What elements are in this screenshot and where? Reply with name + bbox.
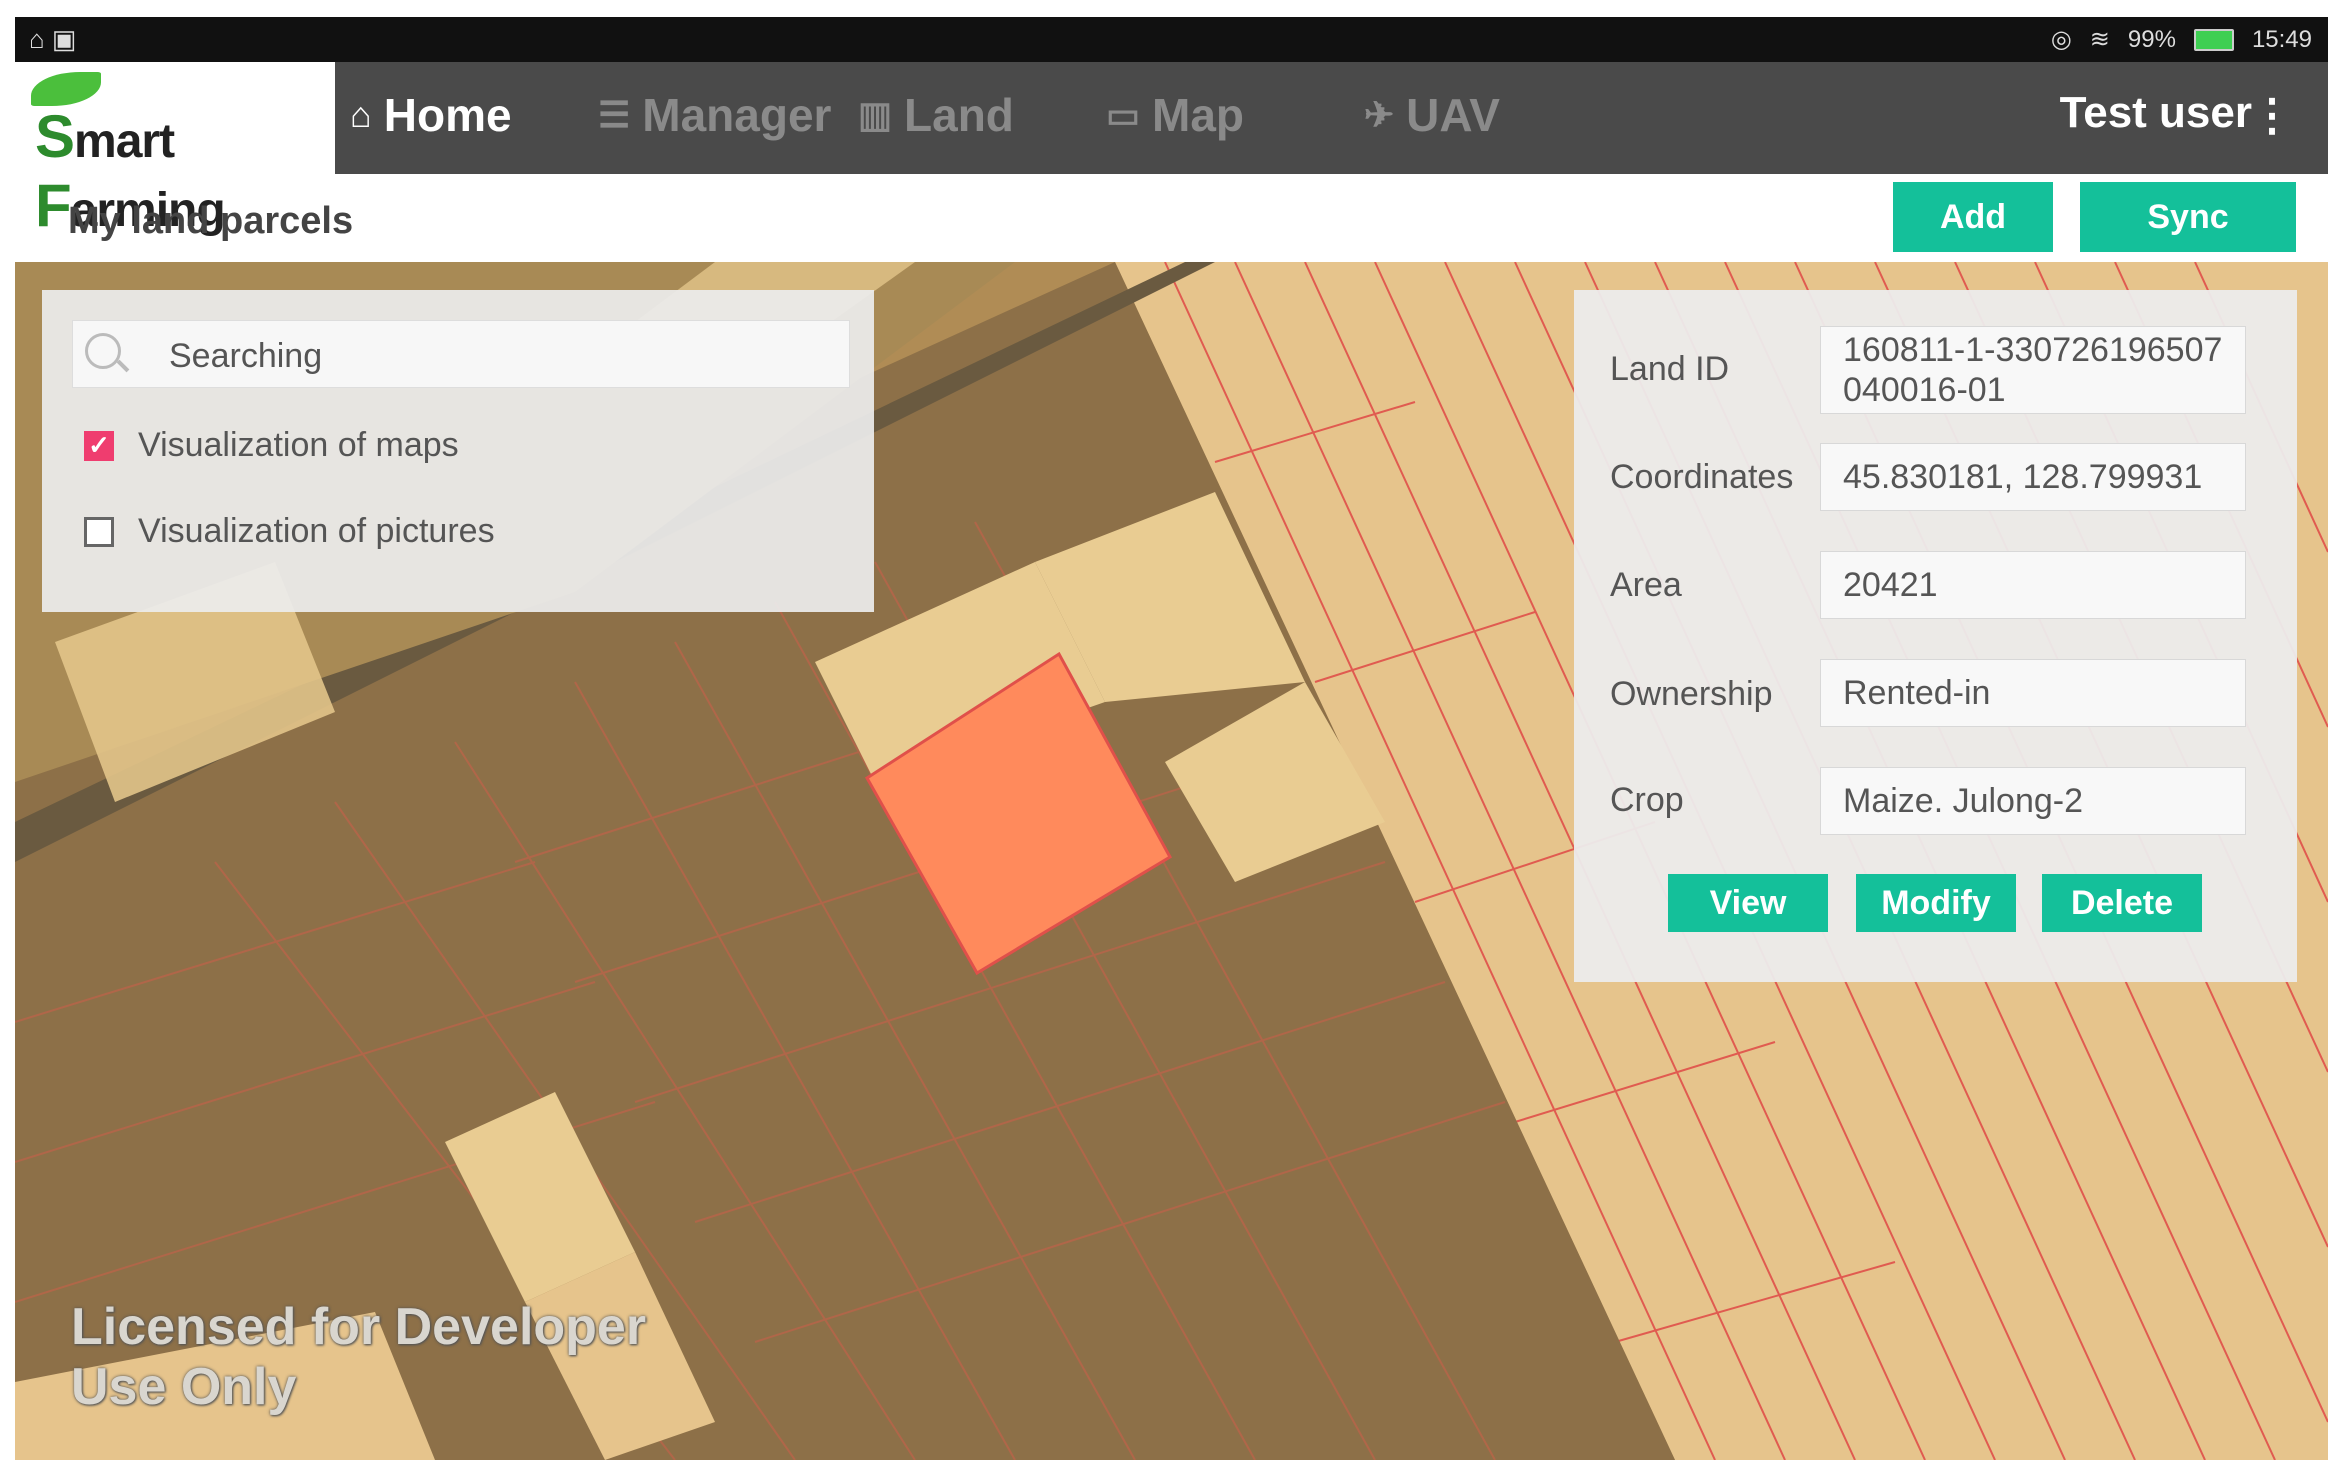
more-menu-icon[interactable]: ⋮ xyxy=(2250,90,2294,141)
user-name[interactable]: Test user xyxy=(2060,88,2252,138)
sync-button[interactable]: Sync xyxy=(2080,182,2296,252)
drone-icon: ✈ xyxy=(1364,94,1395,135)
area-label: Area xyxy=(1610,566,1682,604)
nav-map-label: Map xyxy=(1152,89,1245,141)
status-right: ◎ ≋ 99% 15:49 xyxy=(2051,25,2312,54)
area-field[interactable]: 20421 xyxy=(1820,551,2246,619)
page-title: My land parcels xyxy=(68,200,354,242)
nav-land[interactable]: ▥ Land xyxy=(858,88,1014,142)
app-logo[interactable]: Smart Farming xyxy=(15,62,335,239)
battery-icon xyxy=(2193,28,2234,51)
notification-icons: ⌂ ▣ xyxy=(29,24,77,54)
add-button[interactable]: Add xyxy=(1893,182,2053,252)
view-button[interactable]: View xyxy=(1668,874,1828,932)
map-icon: ▭ xyxy=(1106,94,1141,135)
battery-percent: 99% xyxy=(2127,25,2176,53)
nav-manager-label: Manager xyxy=(642,89,832,141)
ownership-label: Ownership xyxy=(1610,675,1773,713)
leaf-icon xyxy=(31,72,101,106)
nav-uav-label: UAV xyxy=(1406,89,1500,141)
watermark-line-2: Use Only xyxy=(71,1358,297,1416)
watermark-line-1: Licensed for Developer xyxy=(71,1298,647,1356)
checkbox-checked-icon[interactable]: ✓ xyxy=(84,430,114,461)
search-input[interactable]: Searching xyxy=(72,320,850,388)
nav-map[interactable]: ▭ Map xyxy=(1106,88,1244,142)
sync-icon: ◎ xyxy=(2050,26,2072,53)
search-placeholder: Searching xyxy=(169,337,323,375)
clock: 15:49 xyxy=(2251,25,2312,53)
modify-button[interactable]: Modify xyxy=(1856,874,2016,932)
delete-button[interactable]: Delete xyxy=(2042,874,2202,932)
nav-home[interactable]: ⌂ Home xyxy=(350,88,512,142)
visualization-pictures-label: Visualization of pictures xyxy=(138,512,495,550)
land-icon: ▥ xyxy=(858,94,893,135)
crop-field[interactable]: Maize. Julong-2 xyxy=(1820,767,2246,835)
ownership-field[interactable]: Rented-in xyxy=(1820,659,2246,727)
nav-manager[interactable]: ☰ Manager xyxy=(598,88,831,142)
coordinates-field[interactable]: 45.830181, 128.799931 xyxy=(1820,443,2246,511)
visualization-pictures-option[interactable]: Visualization of pictures xyxy=(84,512,495,551)
nav-land-label: Land xyxy=(904,89,1014,141)
checkbox-unchecked-icon[interactable] xyxy=(84,516,114,547)
list-icon: ☰ xyxy=(598,94,631,135)
crop-label: Crop xyxy=(1610,781,1684,819)
search-panel: Searching ✓ Visualization of maps Visual… xyxy=(42,290,874,612)
visualization-maps-option[interactable]: ✓ Visualization of maps xyxy=(84,426,459,465)
land-id-field[interactable]: 160811-1-330726196507040016-01 xyxy=(1820,326,2246,414)
home-icon: ⌂ xyxy=(350,94,372,135)
land-id-label: Land ID xyxy=(1610,350,1730,388)
parcel-info-panel: Land ID 160811-1-330726196507040016-01 C… xyxy=(1574,290,2297,982)
search-icon xyxy=(85,333,121,369)
visualization-maps-label: Visualization of maps xyxy=(138,426,459,464)
wifi-icon: ≋ xyxy=(2089,26,2110,53)
nav-uav[interactable]: ✈ UAV xyxy=(1364,88,1500,142)
status-bar: ⌂ ▣ ◎ ≋ 99% 15:49 xyxy=(15,17,2328,62)
license-watermark: Licensed for Developer Use Only xyxy=(71,1297,646,1417)
coordinates-label: Coordinates xyxy=(1610,458,1794,496)
nav-home-label: Home xyxy=(383,89,512,141)
